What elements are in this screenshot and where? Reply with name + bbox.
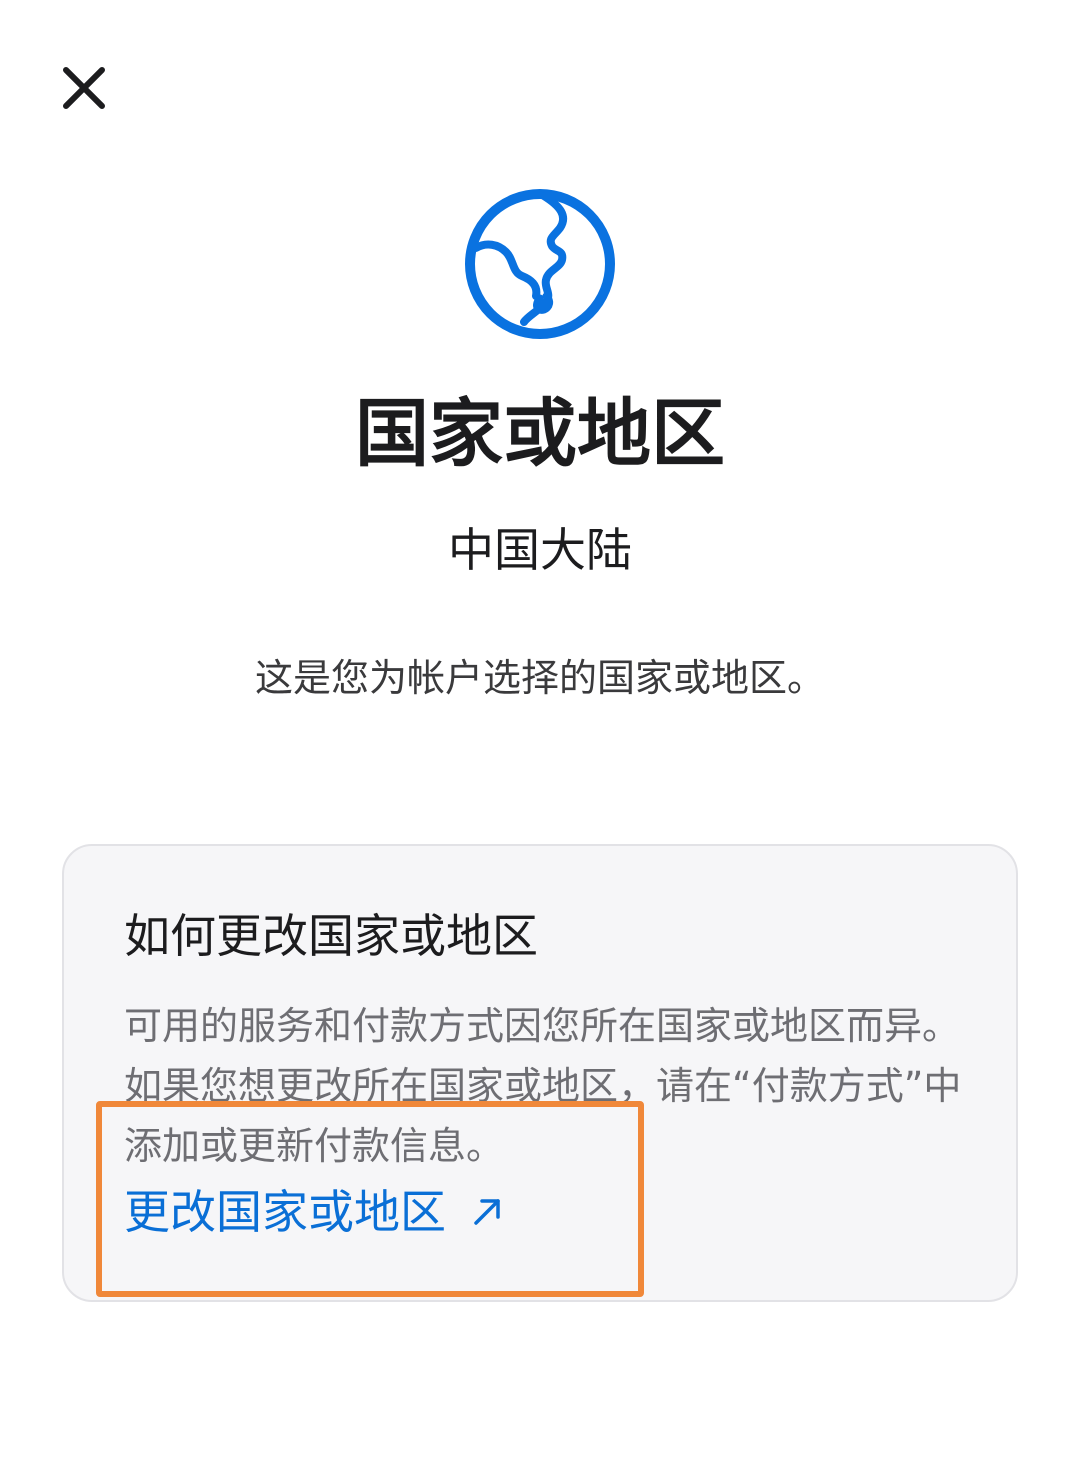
change-region-link-label: 更改国家或地区: [124, 1185, 446, 1239]
region-description: 这是您为帐户选择的国家或地区。: [254, 656, 825, 700]
card-body-text: 可用的服务和付款方式因您所在国家或地区而异。如果您想更改所在国家或地区，请在“付…: [124, 1004, 962, 1168]
card-heading: 如何更改国家或地区: [124, 909, 538, 963]
external-link-arrow-icon: [470, 1195, 504, 1229]
country-region-dialog: 国家或地区 中国大陆 这是您为帐户选择的国家或地区。 如何更改国家或地区 可用的…: [0, 0, 1080, 1462]
page-title: 国家或地区: [355, 391, 725, 477]
current-region-value: 中国大陆: [448, 523, 632, 577]
close-icon: [63, 67, 105, 109]
close-button[interactable]: [58, 62, 110, 114]
globe-icon: [464, 188, 616, 340]
change-region-link[interactable]: 更改国家或地区: [124, 1182, 504, 1242]
change-region-info-card: 如何更改国家或地区 可用的服务和付款方式因您所在国家或地区而异。如果您想更改所在…: [62, 844, 1018, 1302]
